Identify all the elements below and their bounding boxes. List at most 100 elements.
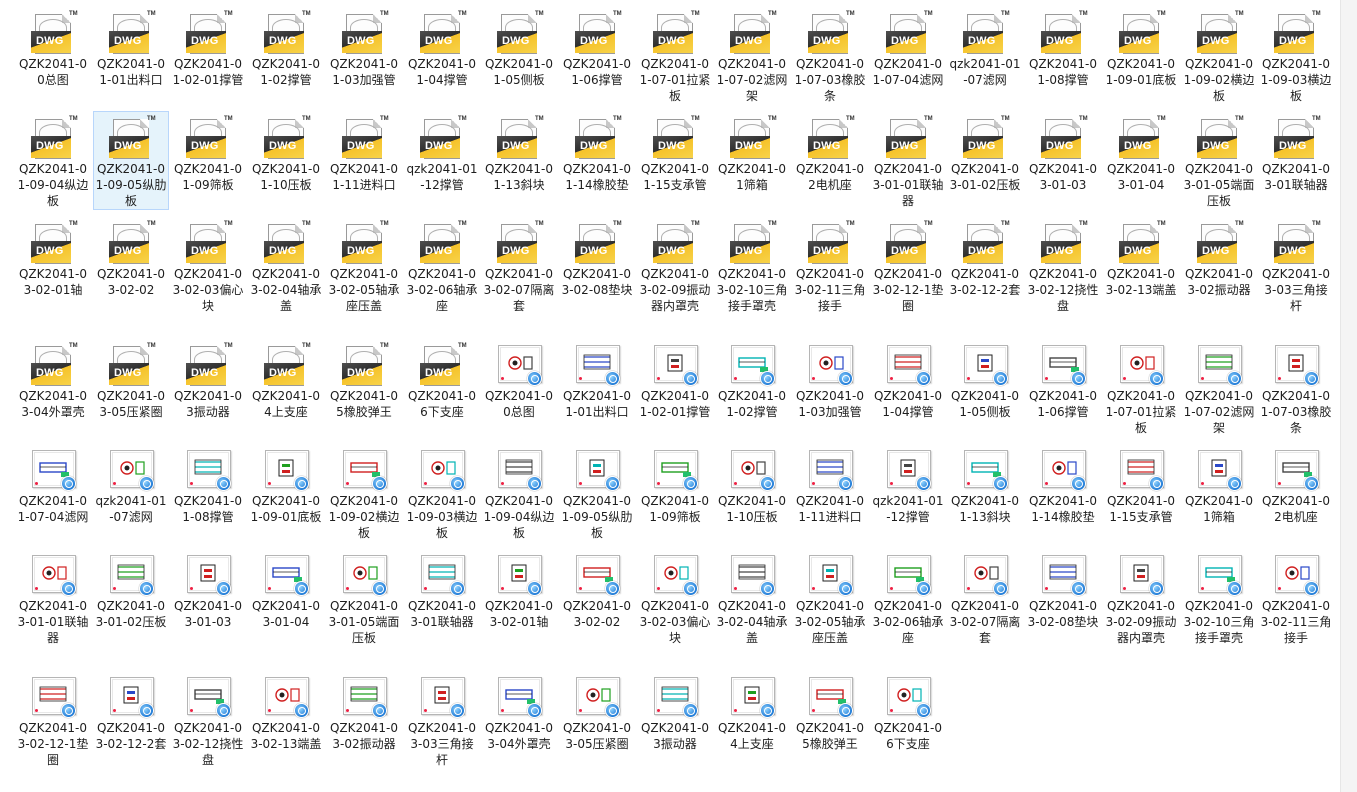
- file-item[interactable]: DWG TM QZK2041-03-02-12-1垫圈: [870, 216, 946, 315]
- file-item[interactable]: QZK2041-01-07-01拉紧板: [1103, 338, 1179, 437]
- file-item[interactable]: QZK2041-03-01-05端面压板: [326, 548, 402, 647]
- file-item[interactable]: QZK2041-01-03加强管: [792, 338, 868, 421]
- file-item[interactable]: QZK2041-01-09-03横边板: [404, 443, 480, 542]
- file-item[interactable]: DWG TM QZK2041-01-09筛板: [170, 111, 246, 194]
- file-item[interactable]: QZK2041-03-01-03: [170, 548, 246, 631]
- file-item[interactable]: DWG TM QZK2041-01-09-03横边板: [1258, 6, 1334, 105]
- file-item[interactable]: DWG TM QZK2041-03-02-09振动器内罩壳: [637, 216, 713, 315]
- file-item[interactable]: QZK2041-03-02-12-2套: [93, 670, 169, 753]
- file-item[interactable]: DWG TM QZK2041-03-02-02: [93, 216, 169, 299]
- file-item[interactable]: DWG TM QZK2041-01-07-01拉紧板: [637, 6, 713, 105]
- file-item[interactable]: QZK2041-01-02撑管: [714, 338, 790, 421]
- file-item[interactable]: QZK2041-03-05压紧圈: [559, 670, 635, 753]
- file-item[interactable]: DWG TM QZK2041-03-02-10三角接手罩壳: [714, 216, 790, 315]
- file-item[interactable]: DWG TM QZK2041-01-07-03橡胶条: [792, 6, 868, 105]
- file-item[interactable]: DWG TM QZK2041-03-02-13端盖: [1103, 216, 1179, 299]
- file-item[interactable]: DWG TM QZK2041-03-01-02压板: [947, 111, 1023, 194]
- file-item[interactable]: DWG TM QZK2041-01-04撑管: [404, 6, 480, 89]
- file-item[interactable]: QZK2041-03振动器: [637, 670, 713, 753]
- file-item[interactable]: QZK2041-03-02-13端盖: [248, 670, 324, 753]
- file-item[interactable]: DWG TM QZK2041-03-05压紧圈: [93, 338, 169, 421]
- file-item[interactable]: QZK2041-01-09-04纵边板: [481, 443, 557, 542]
- file-item[interactable]: QZK2041-03-02-12挠性盘: [170, 670, 246, 769]
- file-item[interactable]: QZK2041-03-02-10三角接手罩壳: [1181, 548, 1257, 647]
- file-item[interactable]: QZK2041-01-09-01底板: [248, 443, 324, 526]
- file-item[interactable]: DWG TM qzk2041-01-12撑管: [404, 111, 480, 194]
- file-item[interactable]: QZK2041-03-02-04轴承盖: [714, 548, 790, 647]
- file-item[interactable]: QZK2041-01-15支承管: [1103, 443, 1179, 526]
- file-item[interactable]: QZK2041-03-02-02: [559, 548, 635, 631]
- file-item[interactable]: QZK2041-03-02-11三角接手: [1258, 548, 1334, 647]
- file-item[interactable]: DWG TM QZK2041-03-02振动器: [1181, 216, 1257, 299]
- file-item[interactable]: DWG TM QZK2041-03-02-12-2套: [947, 216, 1023, 299]
- file-item[interactable]: DWG TM QZK2041-01-05侧板: [481, 6, 557, 89]
- file-item[interactable]: QZK2041-01-02-01撑管: [637, 338, 713, 421]
- file-item[interactable]: DWG TM QZK2041-01-10压板: [248, 111, 324, 194]
- file-item[interactable]: DWG TM QZK2041-03-02-06轴承座: [404, 216, 480, 315]
- file-item[interactable]: QZK2041-01筛箱: [1181, 443, 1257, 526]
- file-item[interactable]: QZK2041-01-06撑管: [1025, 338, 1101, 421]
- file-item[interactable]: QZK2041-03-01-02压板: [93, 548, 169, 631]
- file-item[interactable]: QZK2041-06下支座: [870, 670, 946, 753]
- file-item[interactable]: DWG TM QZK2041-03振动器: [170, 338, 246, 421]
- file-item[interactable]: DWG TM QZK2041-03-02-11三角接手: [792, 216, 868, 315]
- file-item[interactable]: QZK2041-01-09-05纵肋板: [559, 443, 635, 542]
- file-item[interactable]: DWG TM QZK2041-01-08撑管: [1025, 6, 1101, 89]
- file-item[interactable]: DWG TM QZK2041-01-09-05纵肋板: [93, 111, 169, 210]
- file-item[interactable]: QZK2041-03-03三角接杆: [404, 670, 480, 769]
- file-item[interactable]: QZK2041-01-11进料口: [792, 443, 868, 526]
- file-item[interactable]: QZK2041-01-13斜块: [947, 443, 1023, 526]
- file-item[interactable]: DWG TM QZK2041-01-02-01撑管: [170, 6, 246, 89]
- file-item[interactable]: QZK2041-01-09筛板: [637, 443, 713, 526]
- file-item[interactable]: QZK2041-01-07-04滤网: [15, 443, 91, 526]
- file-item[interactable]: DWG TM QZK2041-01-14橡胶垫: [559, 111, 635, 194]
- file-item[interactable]: DWG TM QZK2041-01-15支承管: [637, 111, 713, 194]
- file-item[interactable]: qzk2041-01-07滤网: [93, 443, 169, 526]
- file-item[interactable]: DWG TM QZK2041-03-01-05端面压板: [1181, 111, 1257, 210]
- file-item[interactable]: QZK2041-03-01-01联轴器: [15, 548, 91, 647]
- file-item[interactable]: QZK2041-01-08撑管: [170, 443, 246, 526]
- file-item[interactable]: QZK2041-03-04外罩壳: [481, 670, 557, 753]
- file-item[interactable]: QZK2041-01-09-02横边板: [326, 443, 402, 542]
- file-item[interactable]: QZK2041-03-02振动器: [326, 670, 402, 753]
- file-item[interactable]: QZK2041-01-10压板: [714, 443, 790, 526]
- file-item[interactable]: QZK2041-01-05侧板: [947, 338, 1023, 421]
- file-item[interactable]: QZK2041-04上支座: [714, 670, 790, 753]
- file-item[interactable]: DWG TM QZK2041-06下支座: [404, 338, 480, 421]
- file-item[interactable]: DWG TM QZK2041-03-04外罩壳: [15, 338, 91, 421]
- file-item[interactable]: DWG TM QZK2041-03-01-04: [1103, 111, 1179, 194]
- file-item[interactable]: QZK2041-01-14橡胶垫: [1025, 443, 1101, 526]
- file-item[interactable]: QZK2041-03-02-07隔离套: [947, 548, 1023, 647]
- file-item[interactable]: DWG TM QZK2041-03-02-08垫块: [559, 216, 635, 299]
- file-item[interactable]: DWG TM QZK2041-01-01出料口: [93, 6, 169, 89]
- file-item[interactable]: DWG TM QZK2041-03-02-05轴承座压盖: [326, 216, 402, 315]
- file-item[interactable]: QZK2041-00总图: [481, 338, 557, 421]
- file-item[interactable]: DWG TM QZK2041-05橡胶弹王: [326, 338, 402, 421]
- file-item[interactable]: DWG TM QZK2041-04上支座: [248, 338, 324, 421]
- file-item[interactable]: QZK2041-03-02-12-1垫圈: [15, 670, 91, 769]
- file-item[interactable]: qzk2041-01-12撑管: [870, 443, 946, 526]
- file-item[interactable]: DWG TM QZK2041-03-01-01联轴器: [870, 111, 946, 210]
- file-item[interactable]: DWG TM QZK2041-01-07-04滤网: [870, 6, 946, 89]
- file-item[interactable]: QZK2041-03-02-03偏心块: [637, 548, 713, 647]
- file-item[interactable]: DWG TM QZK2041-03-02-03偏心块: [170, 216, 246, 315]
- file-item[interactable]: QZK2041-03-02-01轴: [481, 548, 557, 631]
- file-item[interactable]: QZK2041-03-01-04: [248, 548, 324, 631]
- file-item[interactable]: DWG TM QZK2041-03-02-01轴: [15, 216, 91, 299]
- file-item[interactable]: QZK2041-01-07-03橡胶条: [1258, 338, 1334, 437]
- file-item[interactable]: DWG TM QZK2041-01-09-02横边板: [1181, 6, 1257, 105]
- file-item[interactable]: DWG TM QZK2041-03-03三角接杆: [1258, 216, 1334, 315]
- file-item[interactable]: DWG TM QZK2041-02电机座: [792, 111, 868, 194]
- file-item[interactable]: DWG TM QZK2041-01-03加强管: [326, 6, 402, 89]
- file-item[interactable]: QZK2041-01-01出料口: [559, 338, 635, 421]
- file-item[interactable]: DWG TM QZK2041-00总图: [15, 6, 91, 89]
- file-item[interactable]: QZK2041-03-02-05轴承座压盖: [792, 548, 868, 647]
- file-item[interactable]: DWG TM QZK2041-03-02-12挠性盘: [1025, 216, 1101, 315]
- file-item[interactable]: DWG TM QZK2041-01筛箱: [714, 111, 790, 194]
- file-item[interactable]: DWG TM QZK2041-01-13斜块: [481, 111, 557, 194]
- file-item[interactable]: QZK2041-03-02-09振动器内罩壳: [1103, 548, 1179, 647]
- file-item[interactable]: QZK2041-01-07-02滤网架: [1181, 338, 1257, 437]
- file-item[interactable]: DWG TM QZK2041-01-11进料口: [326, 111, 402, 194]
- file-item[interactable]: DWG TM QZK2041-01-07-02滤网架: [714, 6, 790, 105]
- file-item[interactable]: DWG TM QZK2041-03-02-07隔离套: [481, 216, 557, 315]
